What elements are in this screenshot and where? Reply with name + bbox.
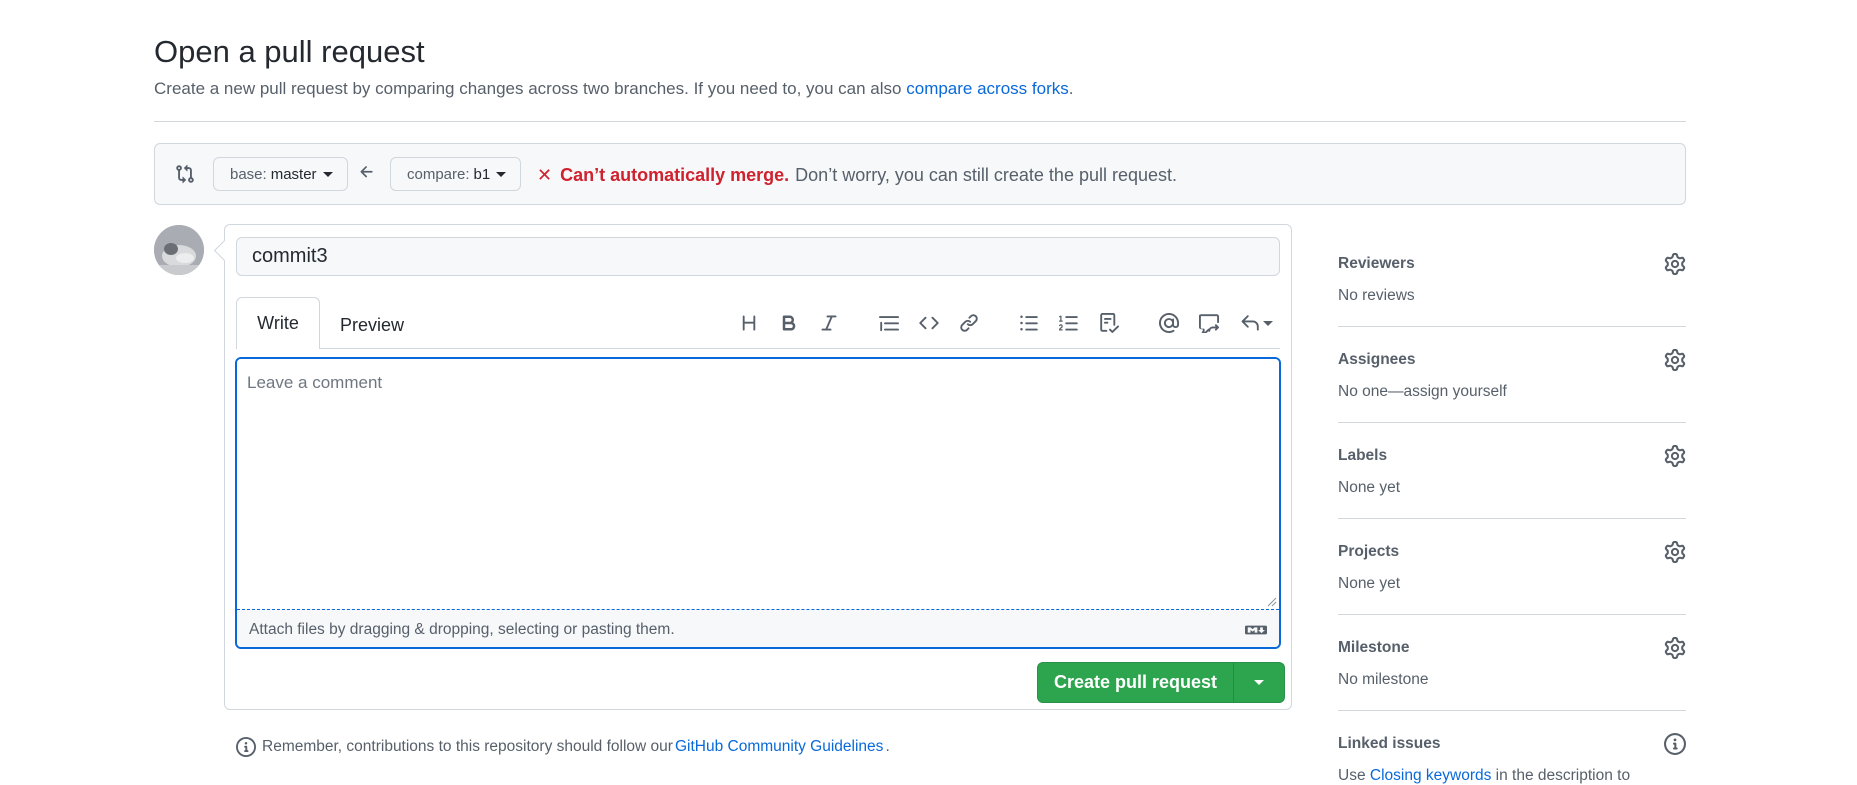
quote-icon[interactable]: [876, 310, 902, 336]
gear-icon[interactable]: [1664, 445, 1686, 467]
tab-divider: [236, 348, 1280, 349]
contribution-note: Remember, contributions to this reposito…: [236, 737, 890, 757]
merge-status: ✕ Can’t automatically merge. Don’t worry…: [537, 165, 1177, 186]
compare-bar: base: master compare: b1 ✕ Can’t automat…: [154, 143, 1686, 205]
attach-files-bar[interactable]: Attach files by dragging & dropping, sel…: [237, 609, 1279, 647]
tab-preview[interactable]: Preview: [340, 305, 404, 345]
caret-down-icon: [1254, 680, 1264, 685]
reply-icon[interactable]: [1236, 310, 1276, 336]
base-value: master: [270, 165, 317, 183]
milestone-title: Milestone: [1338, 639, 1410, 656]
subtitle-end: .: [1068, 79, 1074, 98]
sidebar-assignees: Assignees No one—assign yourself: [1338, 327, 1686, 423]
link-icon[interactable]: [956, 310, 982, 336]
gear-icon[interactable]: [1664, 349, 1686, 371]
compare-across-forks-link[interactable]: compare across forks: [906, 79, 1069, 98]
info-icon: [236, 737, 256, 757]
resize-grip-icon[interactable]: [1265, 595, 1277, 607]
base-branch-button[interactable]: base: master: [213, 157, 348, 191]
assignees-title: Assignees: [1338, 351, 1416, 368]
mention-icon[interactable]: [1156, 310, 1182, 336]
remember-end: .: [885, 738, 890, 755]
caret-down-icon: [496, 171, 507, 177]
arrow-left-icon: [360, 166, 373, 178]
task-list-icon[interactable]: [1096, 310, 1122, 336]
sidebar-reviewers: Reviewers No reviews: [1338, 231, 1686, 327]
gear-icon[interactable]: [1664, 541, 1686, 563]
create-options-dropdown[interactable]: [1234, 663, 1284, 702]
base-label: base:: [230, 165, 267, 183]
reviewers-title: Reviewers: [1338, 255, 1415, 272]
avatar[interactable]: [154, 225, 204, 275]
linked-issues-title: Linked issues: [1338, 735, 1441, 752]
sidebar-labels: Labels None yet: [1338, 423, 1686, 519]
milestone-value: No milestone: [1338, 671, 1429, 688]
comment-area: Attach files by dragging & dropping, sel…: [235, 357, 1281, 649]
labels-title: Labels: [1338, 447, 1388, 464]
remember-text: Remember, contributions to this reposito…: [262, 738, 673, 755]
merge-status-hint: Don’t worry, you can still create the pu…: [795, 165, 1178, 185]
projects-value: None yet: [1338, 575, 1401, 592]
pr-editor: Write Preview Att: [224, 224, 1292, 710]
italic-icon[interactable]: [816, 310, 842, 336]
caret-down-icon: [322, 171, 333, 177]
tab-write[interactable]: Write: [236, 297, 320, 349]
heading-icon[interactable]: [736, 310, 762, 336]
info-icon[interactable]: [1664, 733, 1686, 755]
sidebar-milestone: Milestone No milestone: [1338, 615, 1686, 711]
gear-icon[interactable]: [1664, 253, 1686, 275]
assignees-value[interactable]: No one—assign yourself: [1338, 383, 1507, 401]
ordered-list-icon[interactable]: [1056, 310, 1082, 336]
community-guidelines-link[interactable]: GitHub Community Guidelines: [675, 738, 883, 756]
sidebar-linked-issues: Linked issues Use Closing keywords in th…: [1338, 711, 1686, 784]
merge-status-error: Can’t automatically merge.: [560, 165, 790, 185]
markdown-icon[interactable]: [1245, 623, 1267, 637]
attach-files-text: Attach files by dragging & dropping, sel…: [249, 620, 675, 638]
pr-title-input[interactable]: [236, 237, 1280, 276]
unordered-list-icon[interactable]: [1016, 310, 1042, 336]
header-divider: [154, 121, 1686, 122]
compare-value: b1: [473, 165, 491, 183]
create-pull-request-label[interactable]: Create pull request: [1038, 663, 1234, 702]
subtitle-text: Create a new pull request by comparing c…: [154, 79, 902, 98]
page-title: Open a pull request: [154, 34, 425, 69]
linked-issues-value: Use Closing keywords in the description …: [1338, 767, 1630, 785]
x-icon: ✕: [537, 165, 553, 185]
git-compare-icon: [176, 164, 194, 184]
bold-icon[interactable]: [776, 310, 802, 336]
code-icon[interactable]: [916, 310, 942, 336]
labels-value: None yet: [1338, 479, 1401, 496]
linked-issues-prefix: Use: [1338, 767, 1366, 784]
create-pull-request-button[interactable]: Create pull request: [1037, 662, 1285, 703]
page-subtitle: Create a new pull request by comparing c…: [154, 79, 1073, 99]
avatar-image: [154, 225, 204, 275]
projects-title: Projects: [1338, 543, 1400, 560]
closing-keywords-link[interactable]: Closing keywords: [1370, 767, 1491, 784]
linked-issues-suffix: in the description to: [1495, 767, 1631, 784]
reviewers-value: No reviews: [1338, 287, 1415, 304]
gear-icon[interactable]: [1664, 637, 1686, 659]
reference-icon[interactable]: [1196, 310, 1222, 336]
compare-branch-button[interactable]: compare: b1: [390, 157, 522, 191]
sidebar-projects: Projects None yet: [1338, 519, 1686, 615]
caret-down-icon: [1262, 320, 1273, 326]
comment-textarea[interactable]: [237, 359, 1279, 611]
compare-label: compare:: [407, 165, 470, 183]
